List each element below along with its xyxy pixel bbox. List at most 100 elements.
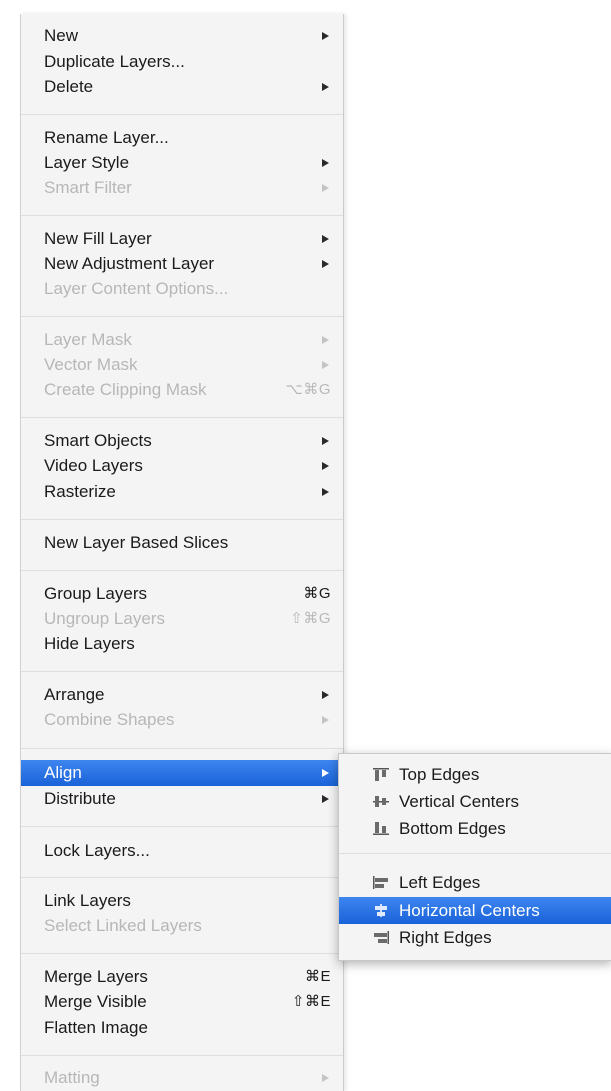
submenu-item-right-edges[interactable]: Right Edges xyxy=(339,924,611,951)
menu-item-label: Ungroup Layers xyxy=(44,609,165,628)
menu-item-rename-layer[interactable]: Rename Layer... xyxy=(21,125,343,151)
submenu-arrow-icon xyxy=(322,795,329,803)
menu-item-lock-layers[interactable]: Lock Layers... xyxy=(21,838,343,864)
keyboard-shortcut: ⌘E xyxy=(304,968,331,985)
submenu-arrow-icon xyxy=(322,159,329,167)
menu-item-select-linked-layers: Select Linked Layers xyxy=(21,913,343,939)
menu-item-label: New Adjustment Layer xyxy=(44,254,215,273)
menu-item-label: Group Layers xyxy=(44,584,147,603)
menu-separator xyxy=(21,877,343,878)
submenu-arrow-icon xyxy=(322,488,329,496)
menu-item-label: Duplicate Layers... xyxy=(44,52,185,71)
menu-item-label: Combine Shapes xyxy=(44,710,175,729)
keyboard-shortcut: ⇧⌘E xyxy=(291,993,331,1010)
submenu-item-label: Top Edges xyxy=(399,765,480,784)
menu-item-video-layers[interactable]: Video Layers xyxy=(21,453,343,479)
menu-item-delete[interactable]: Delete xyxy=(21,74,343,100)
submenu-arrow-icon xyxy=(322,235,329,243)
menu-item-new-fill-layer[interactable]: New Fill Layer xyxy=(21,226,343,252)
menu-separator xyxy=(21,826,343,827)
submenu-item-vertical-centers[interactable]: Vertical Centers xyxy=(339,788,611,815)
menu-item-label: Vector Mask xyxy=(44,355,138,374)
submenu-item-label: Bottom Edges xyxy=(399,819,506,838)
submenu-item-bottom-edges[interactable]: Bottom Edges xyxy=(339,815,611,842)
menu-item-layer-style[interactable]: Layer Style xyxy=(21,150,343,176)
submenu-item-top-edges[interactable]: Top Edges xyxy=(339,761,611,788)
menu-separator xyxy=(21,953,343,954)
menu-item-label: Flatten Image xyxy=(44,1018,148,1037)
menu-separator xyxy=(21,570,343,571)
menu-item-create-clipping-mask: Create Clipping Mask ⌥⌘G xyxy=(21,377,343,403)
submenu-separator xyxy=(339,853,611,854)
menu-separator xyxy=(21,114,343,115)
menu-item-label: Layer Style xyxy=(44,153,130,172)
menu-item-label: Align xyxy=(44,763,82,782)
menu-item-label: Create Clipping Mask xyxy=(44,380,207,399)
menu-item-matting: Matting xyxy=(21,1065,343,1091)
menu-item-label: Smart Objects xyxy=(44,431,152,450)
menu-item-merge-layers[interactable]: Merge Layers ⌘E xyxy=(21,964,343,990)
menu-item-layer-mask: Layer Mask xyxy=(21,327,343,353)
keyboard-shortcut: ⌘G xyxy=(303,585,331,602)
submenu-arrow-icon xyxy=(322,691,329,699)
menu-item-distribute[interactable]: Distribute xyxy=(21,786,343,812)
submenu-item-horizontal-centers[interactable]: Horizontal Centers xyxy=(339,897,611,924)
menu-item-new-adjustment-layer[interactable]: New Adjustment Layer xyxy=(21,251,343,277)
menu-item-group-layers[interactable]: Group Layers ⌘G xyxy=(21,581,343,607)
menu-item-label: Matting xyxy=(44,1068,100,1087)
submenu-arrow-icon xyxy=(322,83,329,91)
layer-menu: New Duplicate Layers... Delete Rename La… xyxy=(20,14,344,1091)
submenu-arrow-icon xyxy=(322,1074,329,1082)
menu-item-hide-layers[interactable]: Hide Layers xyxy=(21,631,343,657)
keyboard-shortcut: ⌥⌘G xyxy=(285,381,331,398)
keyboard-shortcut: ⇧⌘G xyxy=(290,610,331,627)
menu-item-label: Video Layers xyxy=(44,456,143,475)
menu-separator xyxy=(21,671,343,672)
menu-item-new[interactable]: New xyxy=(21,23,343,49)
submenu-arrow-icon xyxy=(322,769,329,777)
menu-item-duplicate-layers[interactable]: Duplicate Layers... xyxy=(21,49,343,75)
menu-separator xyxy=(21,1055,343,1056)
menu-item-align[interactable]: Align xyxy=(21,760,343,786)
menu-item-label: Link Layers xyxy=(44,891,131,910)
menu-item-layer-content-options: Layer Content Options... xyxy=(21,276,343,302)
menu-item-rasterize[interactable]: Rasterize xyxy=(21,479,343,505)
menu-item-smart-filter: Smart Filter xyxy=(21,175,343,201)
menu-separator xyxy=(21,748,343,749)
menu-item-link-layers[interactable]: Link Layers xyxy=(21,888,343,914)
align-horizontal-centers-icon xyxy=(375,904,387,917)
menu-item-label: Merge Visible xyxy=(44,992,147,1011)
menu-item-label: Hide Layers xyxy=(44,634,135,653)
menu-item-flatten-image[interactable]: Flatten Image xyxy=(21,1015,343,1041)
menu-item-smart-objects[interactable]: Smart Objects xyxy=(21,428,343,454)
menu-item-label: Layer Mask xyxy=(44,330,132,349)
menu-separator xyxy=(21,215,343,216)
submenu-arrow-icon xyxy=(322,260,329,268)
menu-item-label: Arrange xyxy=(44,685,105,704)
menu-item-label: New Fill Layer xyxy=(44,229,152,248)
submenu-item-label: Horizontal Centers xyxy=(399,901,540,920)
menu-item-label: Merge Layers xyxy=(44,967,148,986)
menu-item-label: New xyxy=(44,26,79,45)
menu-separator xyxy=(21,519,343,520)
menu-item-label: Smart Filter xyxy=(44,178,132,197)
align-bottom-edges-icon xyxy=(373,822,389,835)
menu-item-label: Lock Layers... xyxy=(44,841,150,860)
menu-item-combine-shapes: Combine Shapes xyxy=(21,707,343,733)
submenu-item-label: Vertical Centers xyxy=(399,792,519,811)
menu-item-label: Select Linked Layers xyxy=(44,916,202,935)
submenu-arrow-icon xyxy=(322,437,329,445)
menu-item-ungroup-layers: Ungroup Layers ⇧⌘G xyxy=(21,606,343,632)
menu-item-merge-visible[interactable]: Merge Visible ⇧⌘E xyxy=(21,989,343,1015)
menu-item-label: Delete xyxy=(44,77,94,96)
submenu-arrow-icon xyxy=(322,361,329,369)
menu-item-label: Rename Layer... xyxy=(44,128,169,147)
submenu-arrow-icon xyxy=(322,462,329,470)
submenu-arrow-icon xyxy=(322,336,329,344)
align-submenu: Top Edges Vertical Centers Bottom Edges … xyxy=(338,753,611,961)
menu-item-vector-mask: Vector Mask xyxy=(21,352,343,378)
menu-separator xyxy=(21,316,343,317)
submenu-item-left-edges[interactable]: Left Edges xyxy=(339,869,611,896)
menu-item-arrange[interactable]: Arrange xyxy=(21,682,343,708)
menu-item-new-layer-based-slices[interactable]: New Layer Based Slices xyxy=(21,530,343,556)
